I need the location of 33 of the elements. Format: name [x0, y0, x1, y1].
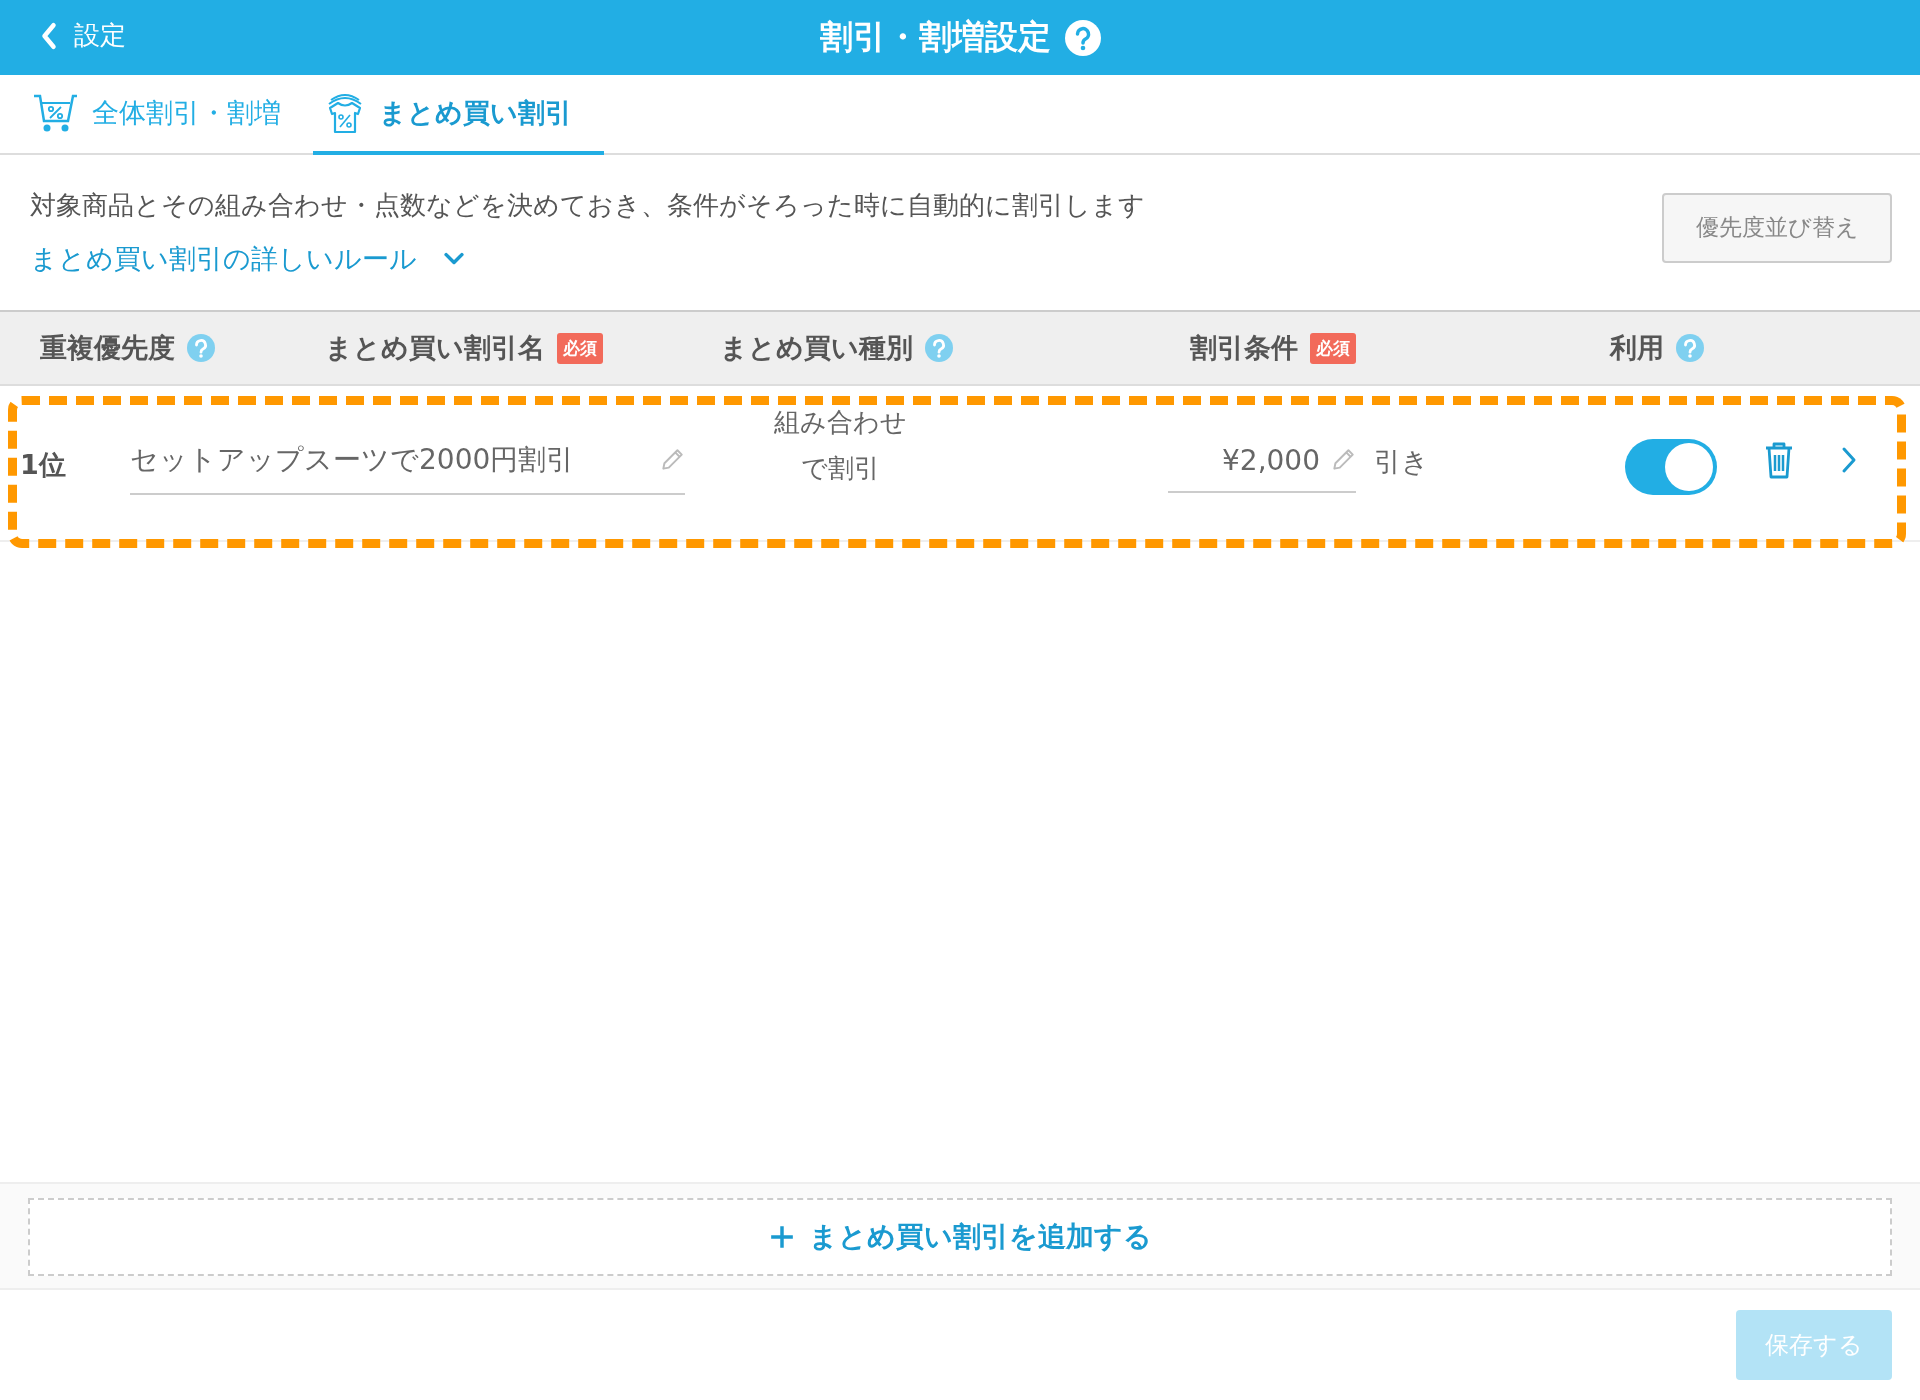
rules-link[interactable]: まとめ買い割引の詳しいルール: [30, 241, 1145, 277]
trash-icon[interactable]: [1763, 440, 1795, 480]
sort-priority-button[interactable]: 優先度並び替え: [1662, 192, 1892, 263]
pencil-icon: [659, 447, 685, 473]
discount-suffix: 引き: [1374, 445, 1429, 479]
back-icon: [40, 21, 58, 50]
column-header: 割引条件: [1190, 331, 1298, 365]
help-icon[interactable]: [925, 334, 953, 362]
help-icon[interactable]: [1064, 19, 1101, 56]
pencil-icon: [1330, 447, 1356, 473]
column-header: 重複優先度: [40, 331, 175, 365]
required-badge: 必須: [1310, 332, 1356, 364]
chevron-down-icon: [443, 252, 465, 266]
tab[interactable]: 全体割引・割増: [20, 75, 313, 155]
column-header: まとめ買い割引名: [325, 331, 545, 365]
shopping-cart-icon: [32, 93, 78, 133]
page-title: 割引・割増設定: [819, 16, 1051, 58]
amount-field[interactable]: ¥2,000: [1168, 437, 1356, 493]
priority-label: 1位: [20, 448, 67, 482]
enable-toggle[interactable]: [1625, 439, 1717, 495]
help-icon[interactable]: [187, 334, 215, 362]
type-label: 組み合わせで割引: [772, 406, 908, 485]
add-discount-button[interactable]: まとめ買い割引を追加する: [28, 1198, 1892, 1276]
help-icon[interactable]: [1676, 334, 1704, 362]
back-button[interactable]: 設定: [36, 14, 130, 57]
chevron-right-icon[interactable]: [1841, 446, 1857, 474]
column-header: まとめ買い種別: [720, 331, 913, 365]
name-field[interactable]: セットアップスーツで2000円割引: [130, 435, 685, 495]
plus-icon: [768, 1224, 795, 1250]
description-text: 対象商品とその組み合わせ・点数などを決めておき、条件がそろった時に自動的に割引します: [30, 189, 1145, 222]
required-badge: 必須: [557, 332, 603, 364]
tab[interactable]: まとめ買い割引: [313, 75, 604, 155]
column-header: 利用: [1610, 331, 1664, 365]
